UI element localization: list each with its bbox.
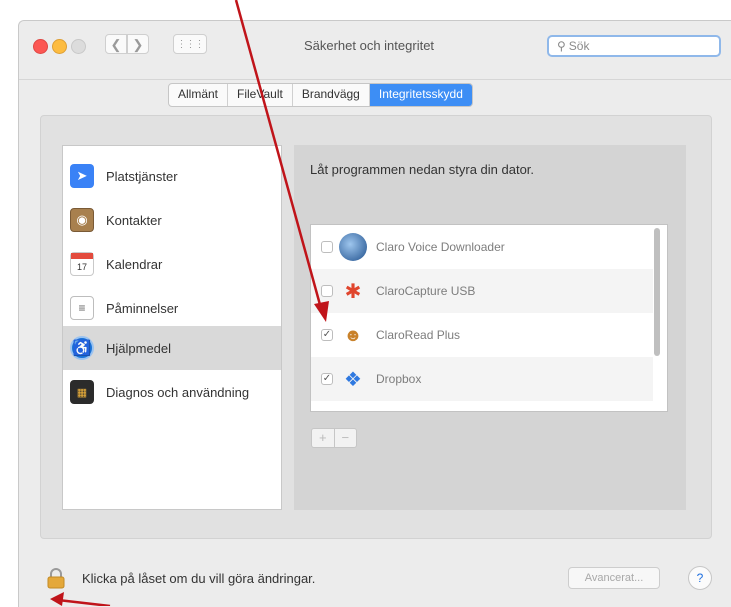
show-all-button[interactable]: ⋮⋮⋮ <box>173 34 207 54</box>
forward-button[interactable]: ❯ <box>127 34 149 54</box>
sidebar-item-label: Kalendrar <box>106 256 163 272</box>
back-button[interactable]: ❮ <box>105 34 127 54</box>
tab-privacy[interactable]: Integritetsskydd <box>369 84 472 106</box>
sidebar-item-label: Hjälpmedel <box>106 340 172 356</box>
lock-message: Klicka på låset om du vill göra ändringa… <box>82 571 316 586</box>
search-field[interactable]: ⚲ Sök <box>547 35 721 57</box>
sidebar-item-label: Diagnos och användning <box>106 384 250 400</box>
sidebar-item-label: Platstjänster <box>106 168 178 184</box>
app-list-scrollbar[interactable] <box>654 228 660 356</box>
list-item-claroread-plus: ✓ ☻ ClaroRead Plus <box>311 313 653 357</box>
diagnostics-icon: ▦ <box>70 380 94 404</box>
add-remove-buttons: + − <box>311 428 357 448</box>
sidebar-item-accessibility[interactable]: ♿ Hjälpmedel <box>63 326 281 370</box>
search-icon: ⚲ <box>557 39 566 53</box>
app-name: ClaroRead Plus <box>376 328 461 342</box>
app-name: Claro Voice Downloader <box>376 240 505 254</box>
app-name: ClaroCapture USB <box>376 284 476 298</box>
grid-icon: ⋮⋮⋮ <box>176 39 205 50</box>
sidebar-item-contacts[interactable]: ◉ Kontakter <box>63 198 281 242</box>
chevron-right-icon: ❯ <box>132 37 144 52</box>
list-item-clarocapture-usb: ✱ ClaroCapture USB <box>311 269 653 313</box>
claro-voice-downloader-icon <box>339 233 367 261</box>
window-title: Säkerhet och integritet <box>303 38 435 53</box>
sidebar-item-label: Påminnelser <box>106 300 179 316</box>
chevron-left-icon: ❮ <box>110 37 122 52</box>
app-checkbox[interactable]: ✓ <box>321 329 333 341</box>
close-window-button[interactable] <box>33 39 48 54</box>
calendar-icon: 17 <box>70 252 94 276</box>
title-bar: ❮ ❯ ⋮⋮⋮ Säkerhet och integritet ⚲ Sök <box>19 21 731 80</box>
tab-bar: Allmänt FileVault Brandvägg Integritetss… <box>168 83 473 107</box>
app-list: Claro Voice Downloader ✱ ClaroCapture US… <box>310 224 668 412</box>
sidebar-item-reminders[interactable]: ≡ Påminnelser <box>63 286 281 330</box>
tab-filevault[interactable]: FileVault <box>228 84 293 106</box>
privacy-sidebar: ➤ Platstjänster ◉ Kontakter 17 Kalendrar… <box>62 145 282 510</box>
add-app-button[interactable]: + <box>312 429 335 447</box>
minimize-window-button[interactable] <box>52 39 67 54</box>
reminders-list-icon: ≡ <box>70 296 94 320</box>
location-arrow-icon: ➤ <box>70 164 94 188</box>
sidebar-item-diagnostics[interactable]: ▦ Diagnos och användning <box>63 370 281 414</box>
zoom-window-button[interactable] <box>71 39 86 54</box>
contacts-book-icon: ◉ <box>70 208 94 232</box>
tab-firewall[interactable]: Brandvägg <box>293 84 370 106</box>
dropbox-icon: ❖ <box>344 368 362 391</box>
sidebar-item-label: Kontakter <box>106 212 162 228</box>
remove-app-button[interactable]: − <box>335 429 357 447</box>
app-checkbox[interactable] <box>321 285 333 297</box>
help-button[interactable]: ? <box>688 566 712 590</box>
list-item-dropbox: ✓ ❖ Dropbox <box>311 357 653 401</box>
pane-description: Låt programmen nedan styra din dator. <box>310 162 535 177</box>
lock-icon[interactable] <box>45 567 67 589</box>
app-name: Dropbox <box>376 372 422 386</box>
app-checkbox[interactable]: ✓ <box>321 373 333 385</box>
accessibility-icon: ♿ <box>70 336 94 360</box>
list-item-claro-voice-downloader: Claro Voice Downloader <box>311 225 653 269</box>
tab-general[interactable]: Allmänt <box>169 84 229 106</box>
app-checkbox[interactable] <box>321 241 333 253</box>
sidebar-item-location[interactable]: ➤ Platstjänster <box>63 154 281 198</box>
sidebar-item-calendars[interactable]: 17 Kalendrar <box>63 242 281 286</box>
clarocapture-icon: ✱ <box>344 280 362 303</box>
claroread-icon: ☻ <box>343 324 363 345</box>
search-placeholder: Sök <box>568 39 590 53</box>
advanced-button[interactable]: Avancerat... <box>568 567 660 589</box>
